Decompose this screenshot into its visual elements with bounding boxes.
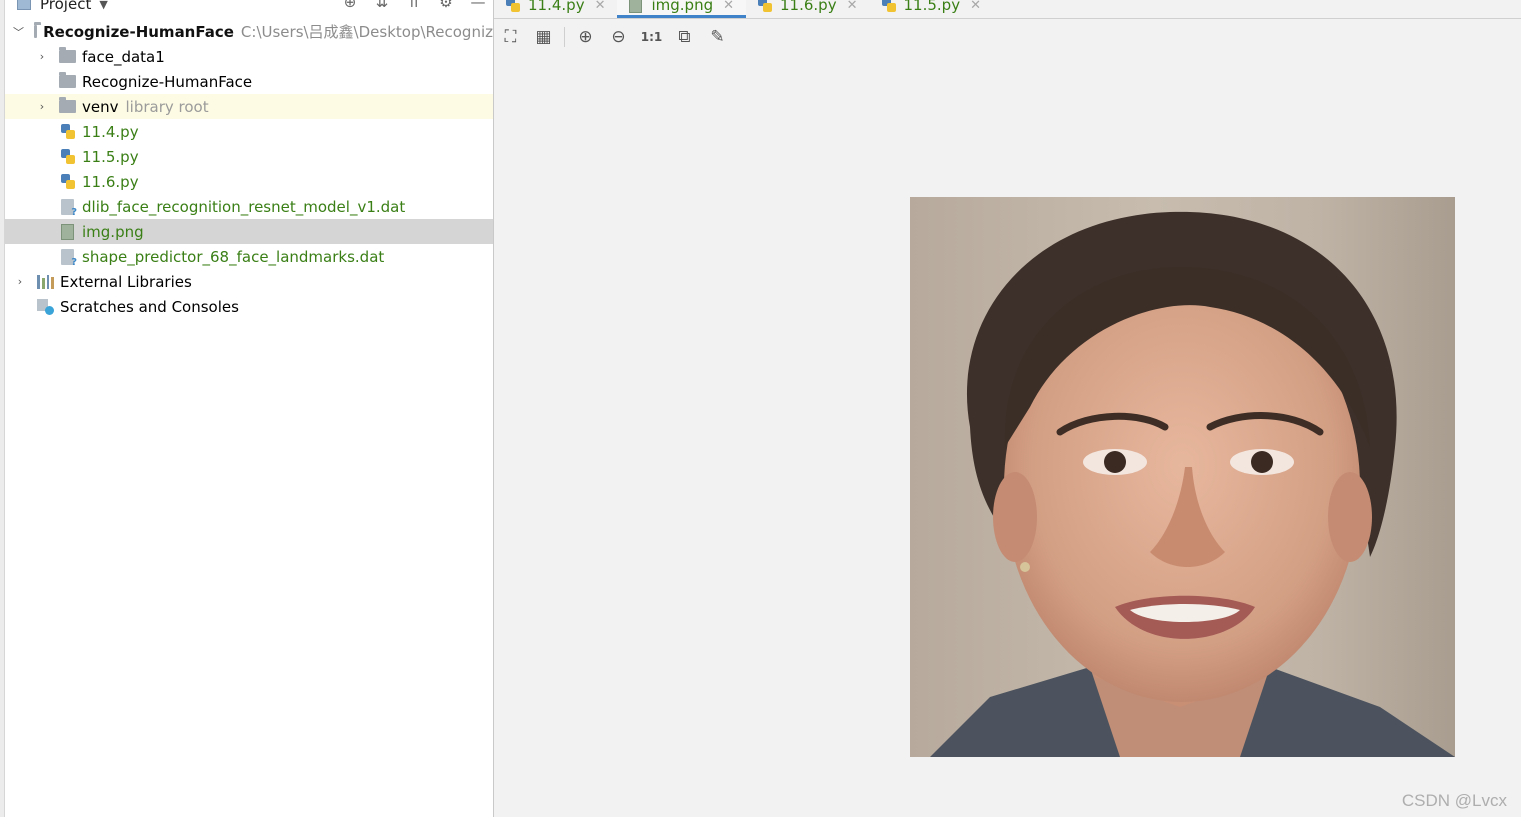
image-file-icon xyxy=(61,223,74,240)
project-panel: Project ▼ ⊕ ⇊ ⇈ ⚙ — ﹀ Recognize-HumanFac… xyxy=(5,0,494,817)
project-icon xyxy=(17,0,31,10)
root-path: C:\Users\吕成鑫\Desktop\Recogniz xyxy=(240,23,493,41)
close-icon[interactable]: ✕ xyxy=(970,0,981,13)
python-file-icon xyxy=(61,173,75,190)
folder-icon xyxy=(59,72,76,88)
python-file-icon xyxy=(506,0,520,13)
close-icon[interactable]: ✕ xyxy=(595,0,606,13)
image-preview xyxy=(910,197,1455,757)
project-panel-header: Project ▼ ⊕ ⇊ ⇈ ⚙ — xyxy=(5,0,493,17)
tree-item-external-libraries[interactable]: › External Libraries xyxy=(5,269,493,294)
libraries-icon xyxy=(37,274,54,289)
tab-11-4-py[interactable]: 11.4.py ✕ xyxy=(494,0,617,18)
tree-item-venv[interactable]: › venv library root xyxy=(5,94,493,119)
tab-11-5-py[interactable]: 11.5.py ✕ xyxy=(870,0,993,18)
folder-icon xyxy=(59,97,76,113)
chevron-down-icon[interactable]: ﹀ xyxy=(13,24,24,40)
tree-item-label: 11.6.py xyxy=(82,172,139,191)
tab-label: 11.5.py xyxy=(903,0,961,14)
tree-item-face-data1[interactable]: › face_data1 xyxy=(5,44,493,69)
tab-label: 11.6.py xyxy=(780,0,837,14)
image-file-icon xyxy=(629,0,643,13)
python-file-icon xyxy=(881,0,896,13)
tree-item-11-6-py[interactable]: 11.6.py xyxy=(5,169,493,194)
toolbar-separator xyxy=(564,27,565,47)
zoom-out-icon[interactable]: ⊖ xyxy=(602,23,635,51)
tree-item-dlib-model[interactable]: ? dlib_face_recognition_resnet_model_v1.… xyxy=(5,194,493,219)
tree-item-11-5-py[interactable]: 11.5.py xyxy=(5,144,493,169)
root-name: Recognize-HumanFace xyxy=(43,22,234,41)
tree-item-11-4-py[interactable]: 11.4.py xyxy=(5,119,493,144)
chevron-right-icon[interactable]: › xyxy=(35,100,49,113)
tree-item-img-png[interactable]: img.png xyxy=(5,219,493,244)
tree-item-label: Recognize-HumanFace xyxy=(82,72,253,91)
tab-label: 11.4.py xyxy=(528,0,585,14)
tree-item-label: dlib_face_recognition_resnet_model_v1.da… xyxy=(82,197,406,216)
tree-item-label: External Libraries xyxy=(60,272,192,291)
hide-panel-icon[interactable]: — xyxy=(469,0,487,11)
tree-item-label: face_data1 xyxy=(82,47,165,66)
close-icon[interactable]: ✕ xyxy=(723,0,734,13)
locate-icon[interactable]: ⊕ xyxy=(341,0,359,11)
tree-item-label: Scratches and Consoles xyxy=(60,297,239,316)
tree-item-label: shape_predictor_68_face_landmarks.dat xyxy=(82,247,385,266)
tab-label: img.png xyxy=(651,0,714,14)
folder-icon xyxy=(34,22,42,38)
face-image xyxy=(930,211,1455,757)
fit-window-icon[interactable]: ⧉ xyxy=(668,23,701,51)
tree-item-shape-predictor[interactable]: ? shape_predictor_68_face_landmarks.dat xyxy=(5,244,493,269)
unknown-file-icon: ? xyxy=(61,198,77,218)
chevron-down-icon[interactable]: ▼ xyxy=(99,0,107,11)
library-root-hint: library root xyxy=(125,97,209,116)
project-panel-title[interactable]: Project xyxy=(40,0,91,13)
unknown-file-icon: ? xyxy=(61,248,77,268)
tree-item-label: 11.4.py xyxy=(82,122,139,141)
watermark: CSDN @Lvcx xyxy=(1401,791,1507,810)
python-file-icon xyxy=(758,0,773,13)
project-tree: ﹀ Recognize-HumanFace C:\Users\吕成鑫\Deskt… xyxy=(5,19,493,319)
python-file-icon xyxy=(61,148,75,165)
tree-item-label: 11.5.py xyxy=(82,147,139,166)
tree-item-label: img.png xyxy=(82,222,144,241)
close-icon[interactable]: ✕ xyxy=(847,0,858,13)
tree-item-scratches[interactable]: Scratches and Consoles xyxy=(5,294,493,319)
folder-icon xyxy=(59,47,76,63)
chevron-right-icon[interactable]: › xyxy=(13,275,27,288)
tree-item-recognize-humanface[interactable]: Recognize-HumanFace xyxy=(5,69,493,94)
tree-item-label: venv xyxy=(82,97,119,116)
editor-tabs: 11.4.py ✕ img.png ✕ 11.6.py ✕ 11.5.py ✕ xyxy=(494,0,1521,19)
fit-zoom-icon[interactable]: ⛶ xyxy=(494,23,527,51)
python-file-icon xyxy=(61,123,75,140)
image-viewer-toolbar: ⛶ ▦ ⊕ ⊖ 1:1 ⧉ ✎ xyxy=(494,19,1521,55)
zoom-in-icon[interactable]: ⊕ xyxy=(569,23,602,51)
gear-icon[interactable]: ⚙ xyxy=(437,0,455,11)
project-panel-tools: ⊕ ⇊ ⇈ ⚙ — xyxy=(341,0,487,11)
chevron-right-icon[interactable]: › xyxy=(35,50,49,63)
scratches-icon xyxy=(37,298,54,315)
collapse-all-icon[interactable]: ⇈ xyxy=(405,0,423,11)
tab-img-png[interactable]: img.png ✕ xyxy=(617,0,747,18)
actual-size-button[interactable]: 1:1 xyxy=(635,23,668,51)
tab-11-6-py[interactable]: 11.6.py ✕ xyxy=(746,0,869,18)
expand-all-icon[interactable]: ⇊ xyxy=(373,0,391,11)
grid-icon[interactable]: ▦ xyxy=(527,23,560,51)
tree-root[interactable]: ﹀ Recognize-HumanFace C:\Users\吕成鑫\Deskt… xyxy=(5,19,493,44)
color-picker-icon[interactable]: ✎ xyxy=(701,23,734,51)
